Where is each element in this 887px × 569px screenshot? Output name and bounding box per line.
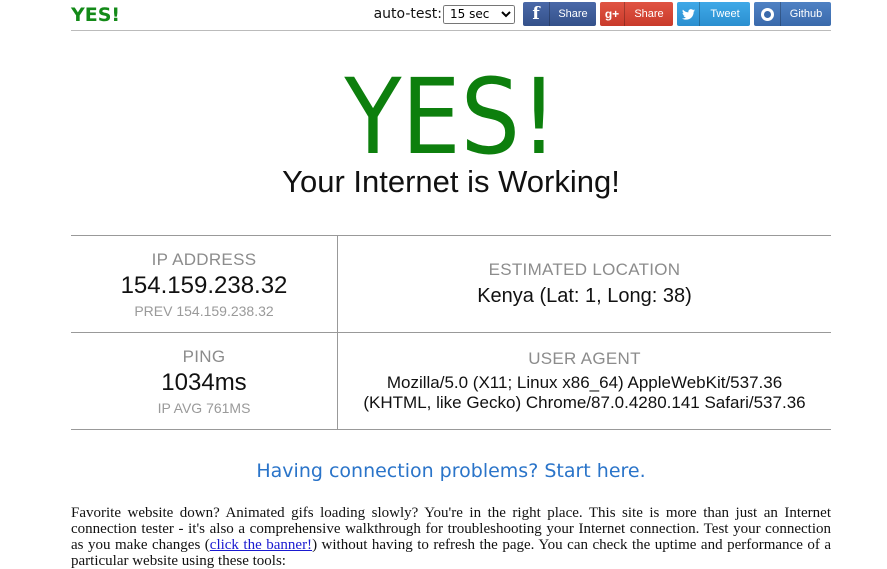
ping-value: 1034ms (161, 368, 247, 396)
user-agent-cell: USER AGENT Mozilla/5.0 (X11; Linux x86_6… (338, 333, 831, 429)
ip-address-prev: PREV 154.159.238.32 (134, 302, 274, 319)
location-value: Kenya (Lat: 1, Long: 38) (477, 285, 692, 307)
header-bar: YES! auto-test: 15 sec f Share g+ Share … (71, 0, 831, 31)
autotest-select[interactable]: 15 sec (443, 4, 515, 24)
facebook-share-label: Share (558, 8, 588, 20)
github-icon (754, 2, 781, 26)
autotest-label: auto-test: (373, 6, 442, 22)
ip-address-label: IP ADDRESS (151, 249, 257, 269)
info-row: PING 1034ms IP AVG 761MS USER AGENT Mozi… (71, 333, 831, 430)
googleplus-share-label: Share (634, 8, 664, 20)
facebook-icon: f (523, 2, 550, 26)
hero-subtitle: Your Internet is Working! (282, 164, 620, 199)
github-label: Github (789, 8, 823, 20)
hero-title: YES! (344, 56, 558, 178)
connection-problems-link[interactable]: Having connection problems? Start here. (71, 460, 831, 482)
intro-paragraph: Favorite website down? Animated gifs loa… (71, 505, 831, 569)
user-agent-label: USER AGENT (528, 349, 641, 368)
info-row: IP ADDRESS 154.159.238.32 PREV 154.159.2… (71, 236, 831, 333)
ip-address-value: 154.159.238.32 (120, 271, 288, 299)
ping-cell: PING 1034ms IP AVG 761MS (71, 333, 338, 429)
googleplus-share-button[interactable]: g+ Share (600, 2, 673, 26)
page: YES! auto-test: 15 sec f Share g+ Share … (71, 0, 831, 569)
twitter-tweet-button[interactable]: Tweet (677, 2, 750, 26)
click-banner-link[interactable]: click the banner! (210, 537, 312, 553)
location-label: ESTIMATED LOCATION (488, 260, 681, 279)
ping-average: IP AVG 761MS (157, 399, 251, 416)
twitter-bird-icon (677, 2, 700, 26)
user-agent-line-1: Mozilla/5.0 (X11; Linux x86_64) AppleWeb… (386, 373, 783, 392)
location-cell: ESTIMATED LOCATION Kenya (Lat: 1, Long: … (338, 236, 831, 332)
ip-address-cell: IP ADDRESS 154.159.238.32 PREV 154.159.2… (71, 236, 338, 332)
header-controls: auto-test: 15 sec f Share g+ Share Tweet… (374, 2, 831, 26)
connection-info-table: IP ADDRESS 154.159.238.32 PREV 154.159.2… (71, 235, 831, 430)
github-button[interactable]: Github (754, 2, 831, 26)
user-agent-line-2: (KHTML, like Gecko) Chrome/87.0.4280.141… (363, 393, 806, 412)
twitter-tweet-label: Tweet (710, 8, 740, 20)
brand-logo[interactable]: YES! (71, 4, 120, 26)
facebook-share-button[interactable]: f Share (523, 2, 596, 26)
ping-label: PING (182, 346, 226, 366)
googleplus-icon: g+ (600, 2, 625, 26)
